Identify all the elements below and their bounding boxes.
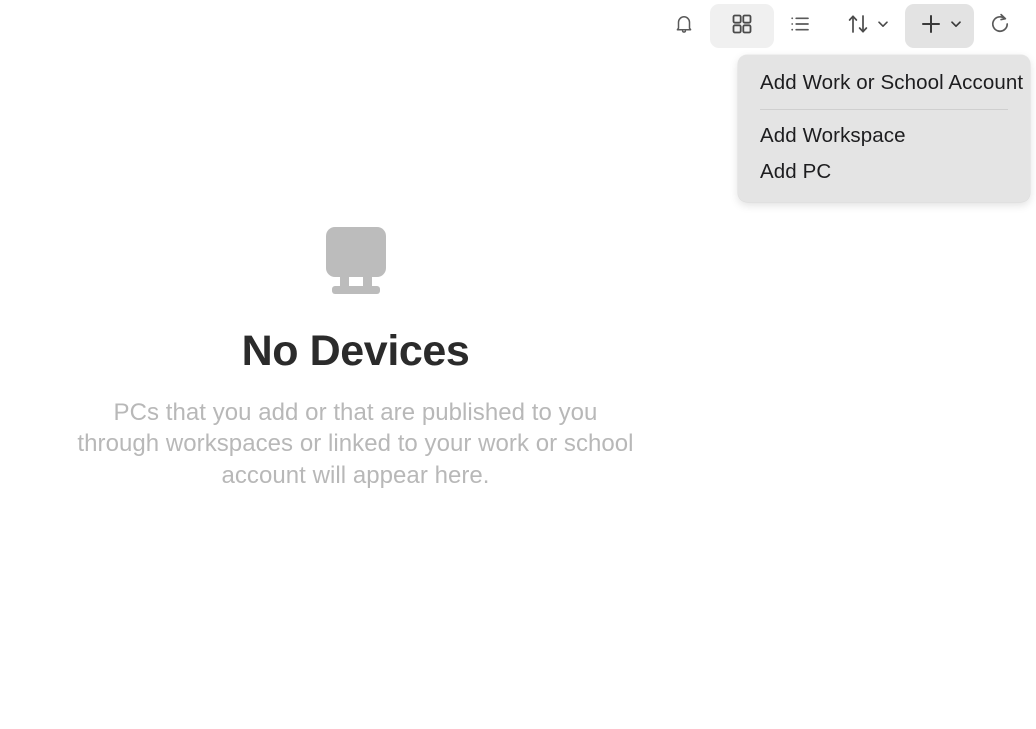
add-menu-dropdown: Add Work or School Account Add Workspace… bbox=[738, 55, 1030, 202]
monitor-screen bbox=[325, 227, 386, 278]
menu-item-add-work-or-school-account[interactable]: Add Work or School Account bbox=[738, 65, 1030, 101]
plus-icon bbox=[917, 10, 945, 43]
refresh-button[interactable] bbox=[978, 4, 1022, 48]
list-view-icon bbox=[787, 11, 813, 42]
chevron-down-icon bbox=[949, 17, 963, 36]
list-view-button[interactable] bbox=[778, 4, 822, 48]
empty-state-description: PCs that you add or that are published t… bbox=[77, 398, 634, 489]
sort-button[interactable] bbox=[832, 4, 901, 48]
sort-icon bbox=[844, 10, 872, 43]
grid-view-button[interactable] bbox=[710, 4, 774, 48]
menu-item-add-pc[interactable]: Add PC bbox=[738, 154, 1030, 190]
menu-item-add-workspace[interactable]: Add Workspace bbox=[738, 118, 1030, 154]
monitor-icon bbox=[318, 227, 394, 297]
empty-state: No Devices PCs that you add or that are … bbox=[0, 0, 711, 729]
menu-separator bbox=[760, 109, 1008, 110]
add-button[interactable] bbox=[905, 4, 974, 48]
empty-state-title: No Devices bbox=[241, 327, 470, 376]
monitor-base bbox=[331, 286, 380, 295]
chevron-down-icon bbox=[876, 17, 890, 36]
grid-view-icon bbox=[729, 11, 755, 42]
refresh-icon bbox=[986, 10, 1014, 43]
